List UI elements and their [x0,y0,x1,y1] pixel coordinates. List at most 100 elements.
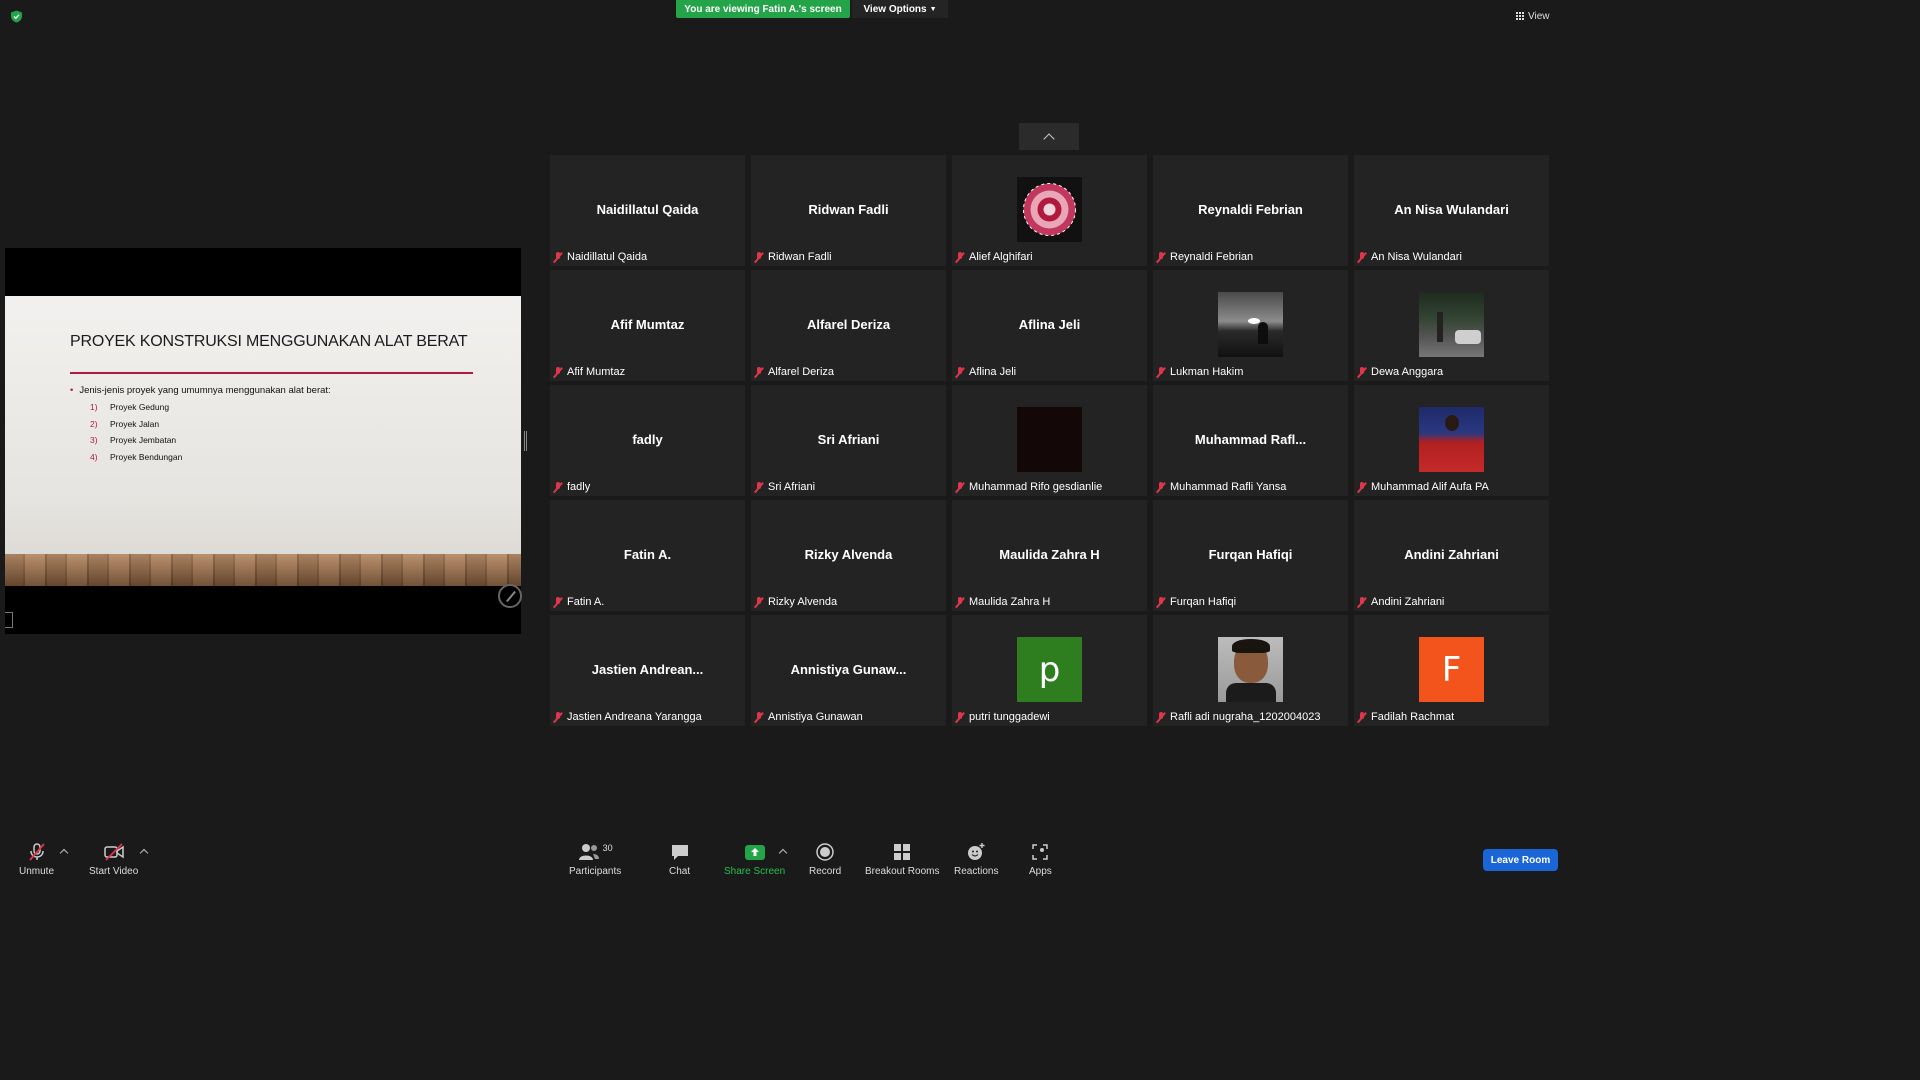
shared-screen-panel[interactable]: PROYEK KONSTRUKSI MENGGUNAKAN ALAT BERAT… [5,248,522,634]
muted-mic-icon [1357,481,1367,493]
participant-tile[interactable]: An Nisa Wulandari An Nisa Wulandari [1354,155,1549,266]
muted-mic-icon [553,481,563,493]
list-text: Proyek Jalan [110,418,160,429]
participant-tile[interactable]: Muhammad Alif Aufa PA [1354,385,1549,496]
participant-tile[interactable]: Fatin A. Fatin A. [550,500,745,611]
participant-display-name: Rizky Alvenda [804,547,893,562]
participant-tile[interactable]: Afif Mumtaz Afif Mumtaz [550,270,745,381]
participant-name-label: Alfarel Deriza [768,366,835,378]
muted-mic-icon [1156,366,1166,378]
participant-name-label: Afif Mumtaz [567,366,626,378]
muted-mic-icon [955,366,965,378]
participant-display-name: Annistiya Gunaw... [790,662,907,677]
muted-mic-icon [1357,251,1367,263]
apps-button[interactable]: Apps [1029,842,1052,877]
participant-name-label: Alief Alghifari [969,251,1033,263]
chat-button[interactable]: Chat [669,842,690,877]
muted-mic-icon [28,843,45,861]
view-options-button[interactable]: View Options ▼ [852,0,948,18]
participant-avatar [1218,292,1283,357]
participant-avatar [1017,407,1082,472]
view-layout-button[interactable]: View [1516,8,1550,24]
participant-name-tag: Maulida Zahra H [955,596,1050,608]
breakout-rooms-icon [894,844,911,860]
participant-name-label: Dewa Anggara [1371,366,1444,378]
share-screen-button[interactable]: Share Screen [724,842,785,877]
list-number: 1) [90,402,98,412]
participant-name-label: Maulida Zahra H [969,596,1051,608]
muted-mic-icon [754,711,764,723]
participant-tile[interactable]: Reynaldi Febrian Reynaldi Febrian [1153,155,1348,266]
participant-tile[interactable]: Lukman Hakim [1153,270,1348,381]
expand-panel-icon[interactable] [5,612,13,628]
slide-bullet: • Jenis-jenis proyek yang umumnya menggu… [70,385,331,396]
chevron-up-icon [1043,132,1055,145]
participant-tile[interactable]: Ridwan Fadli Ridwan Fadli [751,155,946,266]
participant-name-tag: Muhammad Rafli Yansa [1156,481,1286,493]
unmute-button[interactable]: Unmute [19,842,54,877]
participant-name-label: Rafli adi nugraha_1202004023 [1170,711,1321,723]
participant-name-tag: Fadilah Rachmat [1357,711,1454,723]
reactions-button[interactable]: Reactions [954,842,998,877]
participant-display-name: Afif Mumtaz [610,317,685,332]
participant-tile[interactable]: Sri Afriani Sri Afriani [751,385,946,496]
participant-tile[interactable]: Alfarel Deriza Alfarel Deriza [751,270,946,381]
list-number: 4) [90,452,98,463]
reactions-label: Reactions [954,866,999,877]
participant-tile[interactable]: fadly fadly [550,385,745,496]
participant-name-tag: Muhammad Alif Aufa PA [1357,481,1489,493]
participant-display-name: Naidillatul Qaida [596,202,699,217]
participant-name-tag: An Nisa Wulandari [1357,251,1462,263]
participant-tile[interactable]: Muhammad Rafl... Muhammad Rafli Yansa [1153,385,1348,496]
participant-tile[interactable]: Jastien Andrean... Jastien Andreana Yara… [550,615,745,726]
participant-name-label: fadly [567,481,591,493]
breakout-rooms-button[interactable]: Breakout Rooms [865,842,939,877]
record-button[interactable]: Record [809,842,841,877]
muted-mic-icon [1156,251,1166,263]
participant-name-label: Fatin A. [567,596,605,608]
participant-tile[interactable]: Andini Zahriani Andini Zahriani [1354,500,1549,611]
security-shield-icon[interactable] [10,10,23,23]
participant-tile[interactable]: Dewa Anggara [1354,270,1549,381]
participant-tile[interactable]: Annistiya Gunaw... Annistiya Gunawan [751,615,946,726]
slide-list-item: 4) Proyek Bendungan [90,452,182,469]
participant-tile[interactable]: Naidillatul Qaida Naidillatul Qaida [550,155,745,266]
muted-mic-icon [754,481,764,493]
participant-display-name: Muhammad Rafl... [1194,432,1307,447]
participant-name-tag: Rafli adi nugraha_1202004023 [1156,711,1320,723]
participant-avatar [1419,292,1484,357]
participant-name-label: Ridwan Fadli [768,251,832,263]
leave-room-button[interactable]: Leave Room [1483,849,1558,871]
participants-button[interactable]: 30 Participants [569,842,621,877]
participant-tile[interactable]: F Fadilah Rachmat [1354,615,1549,726]
panel-resize-handle[interactable] [524,431,527,451]
apps-icon [1032,844,1049,860]
participant-tile[interactable]: Alief Alghifari [952,155,1147,266]
participant-tile[interactable]: Furqan Hafiqi Furqan Hafiqi [1153,500,1348,611]
slide-list-item: 3) Proyek Jembatan [90,435,182,452]
participant-name-tag: Ridwan Fadli [754,251,832,263]
audio-options-caret-icon[interactable] [59,848,69,858]
participant-name-label: Aflina Jeli [969,366,1017,378]
participant-name-tag: Naidillatul Qaida [553,251,647,263]
slide-title-rule [70,372,473,374]
participant-name-label: Rizky Alvenda [768,596,838,608]
participant-name-label: Sri Afriani [768,481,816,493]
participant-name-label: Jastien Andreana Yarangga [567,711,702,723]
participant-tile[interactable]: Rafli adi nugraha_1202004023 [1153,615,1348,726]
muted-mic-icon [955,596,965,608]
start-video-button[interactable]: Start Video [89,842,138,877]
participant-tile[interactable]: Muhammad Rifo gesdianlie [952,385,1147,496]
participant-avatar: p [1017,637,1082,702]
participant-display-name: Fatin A. [623,547,672,562]
gallery-collapse-button[interactable] [1019,123,1079,150]
participant-tile[interactable]: p putri tunggadewi [952,615,1147,726]
participant-tile[interactable]: Rizky Alvenda Rizky Alvenda [751,500,946,611]
annotate-pencil-icon[interactable] [498,584,522,608]
muted-mic-icon [1156,596,1166,608]
video-options-caret-icon[interactable] [139,848,149,858]
list-text: Proyek Jembatan [110,435,177,446]
participant-tile[interactable]: Maulida Zahra H Maulida Zahra H [952,500,1147,611]
participant-display-name: Ridwan Fadli [808,202,889,217]
participant-tile[interactable]: Aflina Jeli Aflina Jeli [952,270,1147,381]
